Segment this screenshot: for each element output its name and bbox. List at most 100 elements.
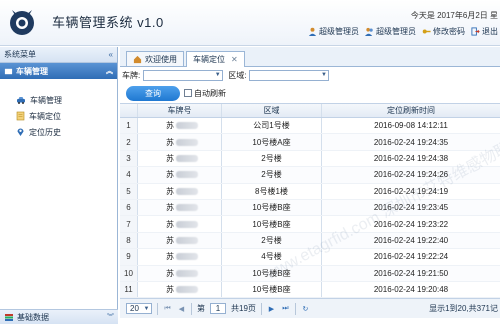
location-icon xyxy=(17,128,24,136)
auto-refresh-toggle[interactable]: 自动刷新 xyxy=(184,88,226,99)
column-header-time[interactable]: 定位刷新时间 xyxy=(322,104,500,117)
change-password-link[interactable]: 修改密码 xyxy=(422,26,465,37)
plate-prefix: 苏 xyxy=(166,268,174,278)
filter-bar: 车牌: ▼ 区域: ▼ xyxy=(120,67,500,83)
row-index: 6 xyxy=(120,199,138,216)
home-icon xyxy=(133,55,142,63)
table-row[interactable]: 1 苏 公司1号楼 2016-09-08 14:12:11 xyxy=(120,118,500,135)
user-group-icon xyxy=(365,27,373,36)
date-text: 今天是 2017年6月2日 星 xyxy=(410,11,498,20)
table-row[interactable]: 10 苏 10号楼B座 2016-02-24 19:21:50 xyxy=(120,265,500,282)
area-cell: 4号楼 xyxy=(222,249,322,265)
database-icon xyxy=(5,313,13,321)
plate-cell: 苏 xyxy=(138,249,222,265)
auto-refresh-checkbox[interactable] xyxy=(184,89,192,97)
menu-group-label: 车辆管理 xyxy=(16,66,48,76)
sidebar-item-vehicle-management[interactable]: 车辆管理 xyxy=(0,92,117,108)
logout-icon xyxy=(471,27,480,36)
table-row[interactable]: 4 苏 2号楼 2016-02-24 19:24:26 xyxy=(120,167,500,184)
column-header-plate[interactable]: 车牌号 xyxy=(138,104,222,117)
tab-label: 欢迎使用 xyxy=(145,54,177,64)
main-panel: 欢迎使用 车辆定位 ✕ 车牌: ▼ 区域: ▼ 查询 自动刷新 车牌号 区域 定… xyxy=(120,47,500,324)
table-row[interactable]: 3 苏 2号楼 2016-02-24 19:24:38 xyxy=(120,150,500,168)
redacted-plate xyxy=(176,236,198,244)
tab-welcome[interactable]: 欢迎使用 xyxy=(126,51,184,66)
chevron-up-icon: ︽ xyxy=(106,68,113,75)
close-icon[interactable]: ✕ xyxy=(231,55,238,64)
first-page-icon[interactable]: ⏮ xyxy=(163,304,172,313)
area-cell: 10号楼B座 xyxy=(222,199,322,216)
plate-filter-select[interactable]: ▼ xyxy=(143,69,224,81)
refresh-icon[interactable]: ↻ xyxy=(301,304,310,313)
page-prefix: 第 xyxy=(197,304,205,313)
table-row[interactable]: 8 苏 2号楼 2016-02-24 19:22:40 xyxy=(120,232,500,250)
dropdown-arrow-icon: ▼ xyxy=(143,305,150,312)
user-link-1[interactable]: 超级管理员 xyxy=(308,26,359,37)
area-cell: 10号楼B座 xyxy=(222,281,322,298)
table-row[interactable]: 9 苏 4号楼 2016-02-24 19:22:24 xyxy=(120,249,500,266)
separator xyxy=(260,302,262,315)
plate-prefix: 苏 xyxy=(166,285,174,295)
area-cell: 8号楼1楼 xyxy=(222,183,322,199)
query-button[interactable]: 查询 xyxy=(126,85,180,101)
table-row[interactable]: 2 苏 10号楼A座 2016-02-24 19:24:35 xyxy=(120,134,500,151)
row-index: 4 xyxy=(120,167,138,183)
redacted-plate xyxy=(176,138,198,146)
page-size-value: 20 xyxy=(130,304,139,313)
plate-cell: 苏 xyxy=(138,265,222,281)
page-size-select[interactable]: 20 ▼ xyxy=(126,303,152,314)
plate-prefix: 苏 xyxy=(166,170,174,180)
redacted-plate xyxy=(176,269,198,277)
last-page-icon[interactable]: ⏭ xyxy=(281,304,290,313)
plate-cell: 苏 xyxy=(138,134,222,150)
table-row[interactable]: 6 苏 10号楼B座 2016-02-24 19:23:45 xyxy=(120,199,500,217)
logout-link[interactable]: 退出 xyxy=(471,26,498,37)
time-cell: 2016-02-24 19:22:40 xyxy=(373,235,449,245)
plate-cell: 苏 xyxy=(138,199,222,216)
redacted-plate xyxy=(176,253,198,261)
sidebar-title: 系统菜单 xyxy=(4,50,36,59)
tab-vehicle-location[interactable]: 车辆定位 ✕ xyxy=(186,51,245,67)
redacted-plate xyxy=(176,204,198,212)
plate-prefix: 苏 xyxy=(166,153,174,163)
sidebar-item-label: 车辆管理 xyxy=(30,95,62,105)
area-filter-select[interactable]: ▼ xyxy=(249,69,330,81)
row-index: 9 xyxy=(120,249,138,265)
sidebar-item-vehicle-location[interactable]: 车辆定位 xyxy=(0,108,117,124)
table-row[interactable]: 5 苏 8号楼1楼 2016-02-24 19:24:19 xyxy=(120,183,500,200)
action-bar: 查询 自动刷新 xyxy=(120,83,500,103)
dropdown-arrow-icon: ▼ xyxy=(214,72,221,78)
plate-cell: 苏 xyxy=(138,118,222,134)
sidebar-item-location-history[interactable]: 定位历史 xyxy=(0,124,117,140)
row-index: 7 xyxy=(120,216,138,232)
row-index: 3 xyxy=(120,150,138,167)
separator xyxy=(157,302,158,315)
row-index: 1 xyxy=(120,118,138,134)
tab-label: 车辆定位 xyxy=(193,55,225,64)
prev-page-icon[interactable]: ◀ xyxy=(177,304,186,313)
time-cell: 2016-02-24 19:21:50 xyxy=(373,268,449,278)
time-cell: 2016-09-08 14:12:11 xyxy=(374,121,448,131)
table-row[interactable]: 7 苏 10号楼B座 2016-02-24 19:23:22 xyxy=(120,216,500,233)
plate-cell: 苏 xyxy=(138,167,222,183)
user-icon xyxy=(308,27,317,36)
key-icon xyxy=(422,29,431,34)
next-page-icon[interactable]: ▶ xyxy=(267,304,276,313)
time-cell: 2016-02-24 19:23:45 xyxy=(373,203,449,213)
table-row[interactable]: 11 苏 10号楼B座 2016-02-24 19:20:48 xyxy=(120,281,500,299)
sidebar-header: 系统菜单 « xyxy=(0,47,117,63)
plate-prefix: 苏 xyxy=(166,203,174,213)
menu-group-icon xyxy=(4,68,13,74)
row-index: 8 xyxy=(120,232,138,249)
time-cell: 2016-02-24 19:24:38 xyxy=(373,153,449,163)
menu-group-vehicle[interactable]: 车辆管理 ︽ xyxy=(0,63,117,79)
menu-group-basic-data[interactable]: 基础数据 ︾ xyxy=(0,309,118,324)
plate-prefix: 苏 xyxy=(166,186,174,196)
row-index: 2 xyxy=(120,134,138,150)
row-index: 11 xyxy=(120,281,138,298)
collapse-sidebar-icon[interactable]: « xyxy=(109,50,113,59)
page-number-input[interactable]: 1 xyxy=(210,303,226,314)
plate-cell: 苏 xyxy=(138,232,222,249)
user-link-2[interactable]: 超级管理员 xyxy=(365,26,416,37)
column-header-area[interactable]: 区域 xyxy=(222,104,322,117)
